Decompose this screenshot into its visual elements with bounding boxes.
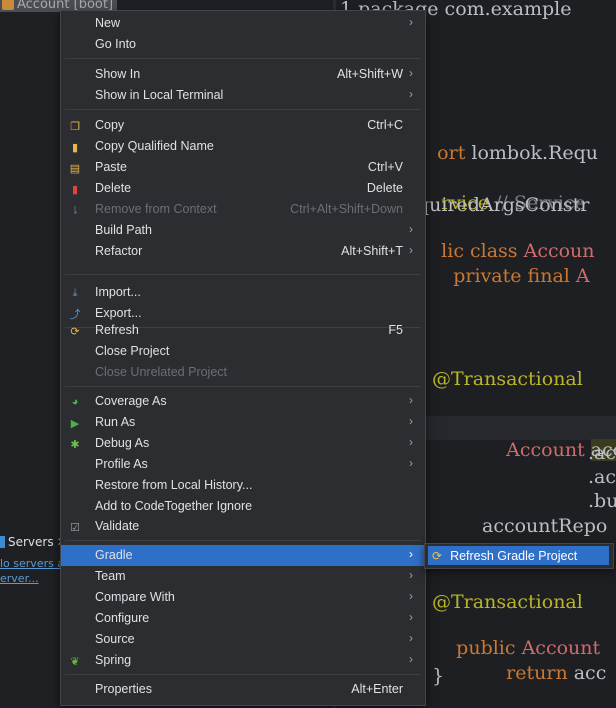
code-line-builder-2: .ac — [588, 466, 616, 488]
menu-item-spring[interactable]: ❦ Spring › — [61, 650, 425, 671]
menu-item-build-path[interactable]: Build Path › — [61, 220, 425, 241]
menu-item-configure[interactable]: Configure › — [61, 608, 425, 629]
validate-checkbox-icon: ☑ — [70, 521, 80, 534]
code-line-repo: accountRepo — [482, 515, 608, 537]
chevron-right-icon: › — [409, 243, 413, 257]
menu-item-team[interactable]: Team › — [61, 566, 425, 587]
menu-item-copy[interactable]: ❐ Copy Ctrl+C — [61, 115, 425, 136]
menu-item-new[interactable]: New › — [61, 13, 425, 34]
spring-leaf-icon: ❦ — [70, 655, 80, 668]
chevron-right-icon: › — [409, 631, 413, 645]
menu-item-profile-as[interactable]: Profile As › — [61, 454, 425, 475]
chevron-right-icon: › — [409, 652, 413, 666]
code-line-builder-1: .ac — [588, 442, 616, 464]
refresh-gradle-project-label: Refresh Gradle Project — [450, 548, 578, 563]
chevron-right-icon: › — [409, 393, 413, 407]
copy-icon: ❐ — [70, 120, 80, 133]
refresh-icon: ⟳ — [70, 325, 80, 338]
servers-tab-label: Servers — [8, 535, 54, 549]
remove-context-icon: ⇂ — [70, 204, 80, 217]
context-menu: New › Go Into Show In Alt+Shift+W › Show in… — [60, 10, 426, 706]
chevron-right-icon: › — [409, 610, 413, 624]
menu-item-codetogether-ignore[interactable]: Add to CodeTogether Ignore — [61, 496, 425, 517]
delete-icon: ▮ — [71, 183, 79, 196]
menu-item-coverage-as[interactable]: ◕ Coverage As › — [61, 391, 425, 412]
menu-item-import[interactable]: ⤓ Import... — [61, 282, 425, 303]
menu-item-close-project[interactable]: Close Project — [61, 341, 425, 362]
menu-item-paste[interactable]: ▤ Paste Ctrl+V — [61, 157, 425, 178]
export-icon: ⤴ — [69, 309, 81, 321]
chevron-right-icon: › — [409, 222, 413, 236]
chevron-right-icon: › — [409, 456, 413, 470]
menu-separator — [65, 540, 421, 541]
refresh-icon: ⟳ — [432, 548, 443, 563]
gradle-submenu: ⟳ Refresh Gradle Project — [424, 543, 614, 569]
menu-separator — [65, 274, 421, 275]
code-line-return: return acc — [506, 662, 607, 684]
menu-item-run-as[interactable]: ▶ Run As › — [61, 412, 425, 433]
menu-item-compare-with[interactable]: Compare With › — [61, 587, 425, 608]
run-icon: ▶ — [70, 417, 80, 430]
code-line-required-args: quiredArgsConstr — [417, 194, 590, 216]
menu-item-validate[interactable]: ☑ Validate — [61, 516, 425, 537]
chevron-right-icon: › — [409, 15, 413, 29]
menu-item-source[interactable]: Source › — [61, 629, 425, 650]
chevron-right-icon: › — [409, 414, 413, 428]
import-icon: ⤓ — [72, 286, 78, 299]
chevron-right-icon: › — [409, 568, 413, 582]
project-folder-icon — [2, 0, 14, 10]
debug-bug-icon: ✱ — [70, 438, 80, 451]
coverage-icon: ◕ — [71, 396, 79, 408]
code-line-annotation-2: @Transactional — [432, 591, 583, 613]
code-line-builder-3: .bu — [588, 490, 616, 512]
menu-item-refresh[interactable]: ⟳ Refresh F5 — [61, 320, 425, 341]
menu-item-delete[interactable]: ▮ Delete Delete — [61, 178, 425, 199]
menu-item-gradle[interactable]: Gradle › — [61, 545, 425, 566]
refresh-gradle-project-item[interactable]: ⟳ Refresh Gradle Project — [428, 546, 609, 565]
menu-item-refactor[interactable]: Refactor Alt+Shift+T › — [61, 241, 425, 262]
menu-separator — [65, 386, 421, 387]
menu-separator — [65, 109, 421, 110]
copy-qualified-icon: ▮ — [71, 141, 79, 154]
menu-item-copy-qualified-name[interactable]: ▮ Copy Qualified Name — [61, 136, 425, 157]
code-line-annotation-1: @Transactional — [432, 368, 583, 390]
no-servers-text[interactable]: lo servers a — [0, 557, 64, 570]
paste-icon: ▤ — [69, 162, 81, 175]
chevron-right-icon: › — [409, 435, 413, 449]
chevron-right-icon: › — [409, 547, 413, 561]
menu-separator — [65, 58, 421, 59]
menu-item-remove-from-context[interactable]: ⇂ Remove from Context Ctrl+Alt+Shift+Down — [61, 199, 425, 220]
menu-item-close-unrelated-project[interactable]: Close Unrelated Project — [61, 362, 425, 383]
menu-item-show-in[interactable]: Show In Alt+Shift+W › — [61, 64, 425, 85]
chevron-right-icon: › — [409, 589, 413, 603]
menu-item-debug-as[interactable]: ✱ Debug As › — [61, 433, 425, 454]
servers-icon — [0, 536, 5, 548]
menu-item-properties[interactable]: Properties Alt+Enter — [61, 679, 425, 700]
menu-item-go-into[interactable]: Go Into — [61, 34, 425, 55]
servers-tab[interactable]: Servers ✕ — [0, 532, 67, 552]
menu-separator — [65, 674, 421, 675]
chevron-right-icon: › — [409, 87, 413, 101]
chevron-right-icon: › — [409, 66, 413, 80]
menu-item-restore-local-history[interactable]: Restore from Local History... — [61, 475, 425, 496]
create-server-link[interactable]: erver... — [0, 572, 39, 585]
code-line-private: private final A — [441, 265, 590, 287]
code-line-brace: } — [432, 665, 445, 687]
menu-item-show-in-local-terminal[interactable]: Show in Local Terminal › — [61, 85, 425, 106]
